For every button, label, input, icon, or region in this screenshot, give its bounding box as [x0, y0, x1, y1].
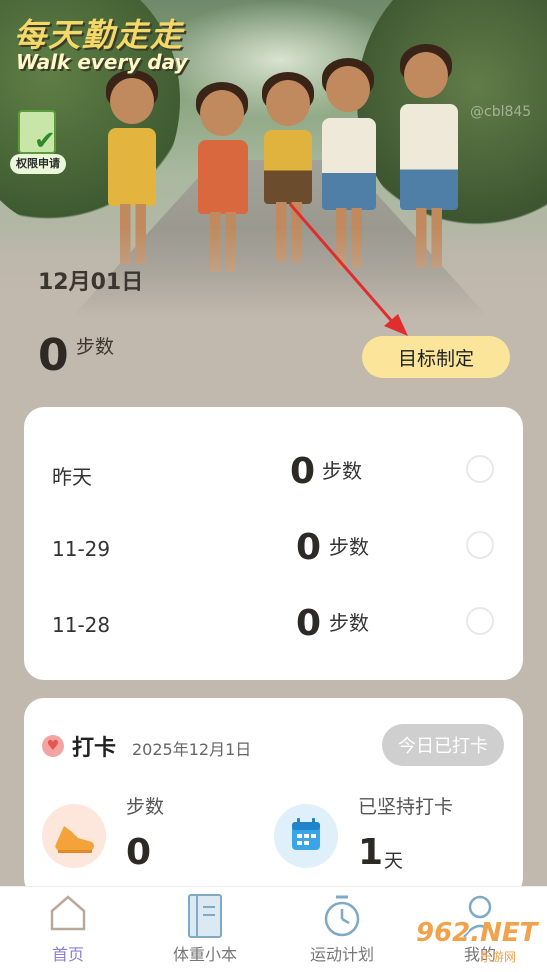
history-status-circle-icon[interactable] [466, 607, 494, 635]
site-watermark-sub: 乐游网 [480, 950, 517, 964]
history-unit: 步数 [329, 611, 369, 635]
checkin-title: 打卡 [72, 736, 117, 761]
history-status-circle-icon[interactable] [466, 531, 494, 559]
nav-label: 体重小本 [172, 945, 237, 964]
site-watermark: 962.NET [416, 918, 538, 948]
nav-exercise-plan[interactable]: 运动计划 [282, 887, 402, 972]
today-steps-value: 0 [38, 330, 69, 381]
checkin-streak-label: 已坚持打卡 [358, 796, 454, 818]
history-row: 11-28 0 步数 [24, 587, 523, 663]
checkin-streak-value: 1 [358, 832, 384, 873]
set-goal-button[interactable]: 目标制定 [362, 336, 510, 378]
checkin-streak-unit: 天 [384, 850, 404, 872]
home-icon [50, 895, 86, 931]
history-date: 昨天 [52, 465, 92, 489]
history-status-circle-icon[interactable] [466, 455, 494, 483]
stopwatch-icon [324, 895, 360, 937]
today-steps-unit: 步数 [76, 336, 115, 358]
history-row: 昨天 0 步数 [24, 435, 523, 511]
checkin-card: ♥ 打卡 2025年12月1日 今日已打卡 步数 0 已坚持打卡 1 天 [24, 698, 523, 898]
notebook-icon [188, 894, 222, 938]
calendar-icon [274, 804, 338, 868]
heart-icon: ♥ [42, 735, 64, 757]
history-steps: 0 [290, 451, 316, 492]
history-unit: 步数 [322, 459, 362, 483]
history-date: 11-29 [52, 537, 111, 561]
history-row: 11-29 0 步数 [24, 511, 523, 587]
history-steps: 0 [296, 603, 322, 644]
checkin-steps-value: 0 [126, 832, 152, 873]
history-date: 11-28 [52, 613, 111, 637]
checkin-steps-label: 步数 [126, 796, 165, 818]
step-history-card: 昨天 0 步数 11-29 0 步数 11-28 0 步数 [24, 407, 523, 680]
nav-label: 首页 [51, 945, 84, 964]
nav-weight-notebook[interactable]: 体重小本 [145, 887, 265, 972]
sneaker-icon [42, 804, 106, 868]
nav-label: 运动计划 [309, 945, 374, 964]
history-steps: 0 [296, 527, 322, 568]
nav-home[interactable]: 首页 [8, 887, 128, 972]
checkin-date: 2025年12月1日 [132, 740, 252, 759]
checked-in-today-button[interactable]: 今日已打卡 [382, 724, 504, 766]
history-unit: 步数 [329, 535, 369, 559]
